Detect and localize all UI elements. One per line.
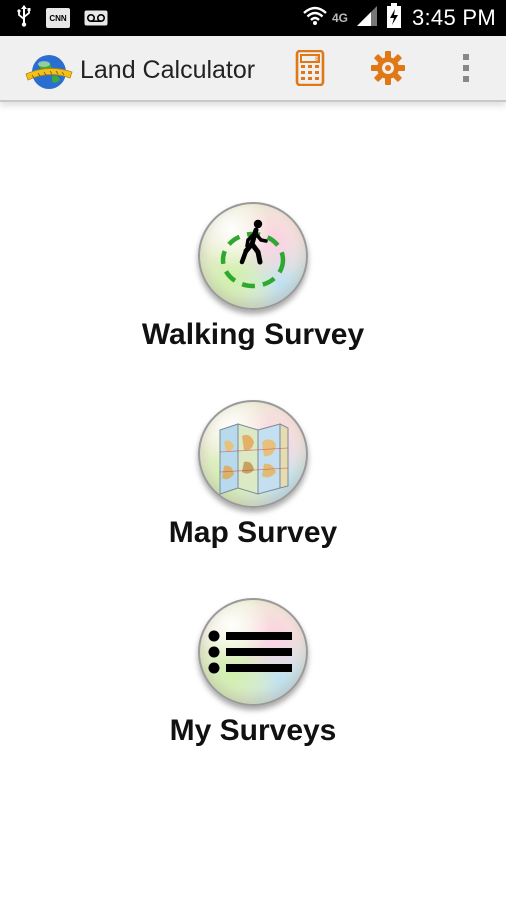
app-globe-logo-icon[interactable] [24, 50, 74, 90]
calculator-icon: 8 [295, 49, 325, 91]
wifi-icon [302, 5, 328, 32]
walking-survey-orb[interactable] [198, 202, 308, 310]
signal-icon [356, 5, 378, 32]
survey-menu: Walking Survey Map Survey My Surveys [0, 102, 506, 900]
voicemail-icon [84, 10, 108, 26]
status-bar: CNN 4G 3:45 PM [0, 0, 506, 36]
cnn-icon: CNN [46, 8, 70, 28]
map-survey-label: Map Survey [168, 516, 338, 549]
screen: CNN 4G 3:45 PM Land Calculator 8 Walking… [0, 0, 506, 900]
my-surveys-button[interactable]: My Surveys [0, 598, 506, 748]
action-bar: Land Calculator 8 [0, 36, 506, 102]
walking-person-icon [220, 219, 286, 289]
settings-button[interactable] [368, 50, 408, 90]
svg-text:8: 8 [315, 56, 319, 63]
usb-icon [16, 4, 32, 32]
calculator-button[interactable]: 8 [290, 49, 330, 91]
walking-survey-label: Walking Survey [141, 318, 365, 351]
list-icon [208, 630, 292, 674]
gear-icon [370, 50, 406, 91]
map-survey-orb[interactable] [198, 400, 308, 508]
network-type-label: 4G [331, 11, 348, 25]
battery-charging-icon [386, 2, 402, 34]
status-left: CNN [16, 4, 122, 32]
walking-survey-button[interactable]: Walking Survey [0, 202, 506, 352]
overflow-menu-icon [461, 52, 471, 89]
status-clock: 3:45 PM [411, 5, 496, 30]
overflow-menu-button[interactable] [446, 50, 486, 90]
app-title: Land Calculator [80, 56, 256, 84]
my-surveys-orb[interactable] [198, 598, 308, 706]
map-survey-button[interactable]: Map Survey [0, 400, 506, 550]
status-right: 4G 3:45 PM [294, 2, 496, 34]
folded-map-icon [219, 423, 289, 495]
my-surveys-label: My Surveys [169, 714, 337, 747]
